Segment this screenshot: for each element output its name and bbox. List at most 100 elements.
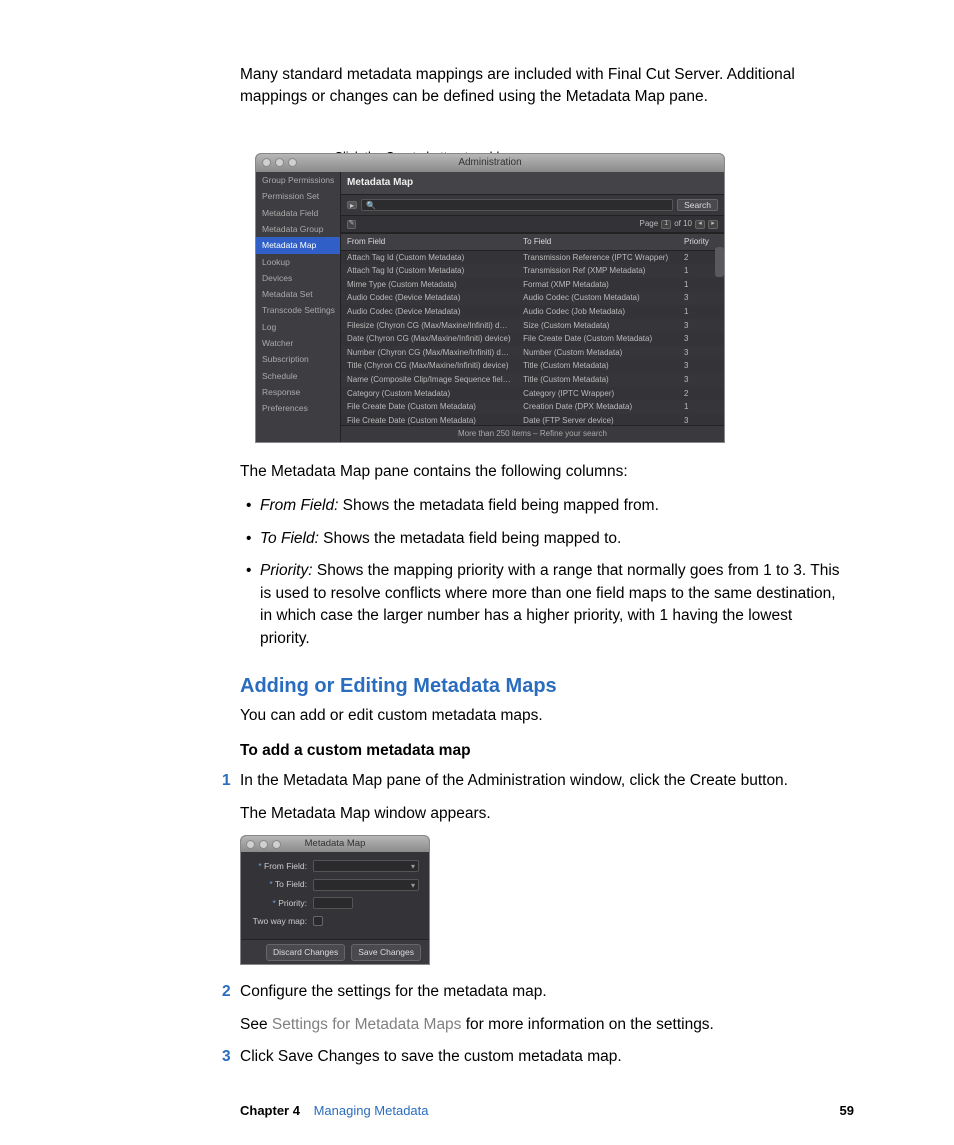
sidebar-item[interactable]: Metadata Set: [256, 286, 340, 302]
search-button[interactable]: Search: [677, 199, 718, 211]
table-row[interactable]: Date (Chyron CG (Max/Maxine/Infiniti) de…: [341, 332, 724, 346]
cell-to: Transmission Reference (IPTC Wrapper): [517, 250, 678, 264]
column-desc-label: Priority:: [260, 562, 313, 579]
sidebar-item[interactable]: Devices: [256, 270, 340, 286]
pane-toolbar: ▸ 🔍 Search: [341, 195, 724, 216]
table-row[interactable]: File Create Date (Custom Metadata)Creati…: [341, 400, 724, 414]
window-title: Administration: [256, 156, 724, 171]
cell-from: Attach Tag Id (Custom Metadata): [341, 250, 517, 264]
table-row[interactable]: Title (Chyron CG (Max/Maxine/Infiniti) d…: [341, 359, 724, 373]
table-row[interactable]: Attach Tag Id (Custom Metadata)Transmiss…: [341, 264, 724, 278]
cell-to: Category (IPTC Wrapper): [517, 387, 678, 401]
pane-subbar: ✎ Page 1 of 10 ◂ ▸: [341, 216, 724, 233]
priority-input[interactable]: [313, 897, 353, 909]
cell-priority: 3: [678, 291, 724, 305]
admin-sidebar: Group PermissionsPermission SetMetadata …: [256, 172, 341, 442]
step-1-text-b: The Metadata Map window appears.: [240, 803, 844, 825]
metadata-map-table: From Field To Field Priority Attach Tag …: [341, 233, 724, 425]
column-desc-text: Shows the metadata field being mapped fr…: [338, 497, 659, 514]
paginator-current[interactable]: 1: [661, 220, 671, 229]
sidebar-item[interactable]: Metadata Field: [256, 205, 340, 221]
table-row[interactable]: Filesize (Chyron CG (Max/Maxine/Infiniti…: [341, 319, 724, 333]
sidebar-item[interactable]: Metadata Map: [256, 237, 340, 253]
table-row[interactable]: Category (Custom Metadata)Category (IPTC…: [341, 387, 724, 401]
table-row[interactable]: Audio Codec (Device Metadata)Audio Codec…: [341, 291, 724, 305]
step-1: 1 In the Metadata Map pane of the Admini…: [240, 770, 844, 965]
pane-heading: Metadata Map: [341, 172, 724, 196]
col-header-to[interactable]: To Field: [517, 234, 678, 251]
paginator-next-icon[interactable]: ▸: [708, 220, 718, 229]
cell-from: Title (Chyron CG (Max/Maxine/Infiniti) d…: [341, 359, 517, 373]
priority-label: * Priority:: [251, 897, 313, 909]
table-row[interactable]: File Create Date (Custom Metadata)Date (…: [341, 414, 724, 426]
section-heading: Adding or Editing Metadata Maps: [240, 672, 844, 701]
cell-priority: 3: [678, 359, 724, 373]
table-row[interactable]: Number (Chyron CG (Max/Maxine/Infiniti) …: [341, 346, 724, 360]
dialog-titlebar: Metadata Map: [241, 836, 429, 852]
cell-from: Attach Tag Id (Custom Metadata): [341, 264, 517, 278]
save-button[interactable]: Save Changes: [351, 944, 421, 960]
cell-to: Audio Codec (Custom Metadata): [517, 291, 678, 305]
cell-priority: 3: [678, 414, 724, 426]
cell-to: Title (Custom Metadata): [517, 373, 678, 387]
table-row[interactable]: Audio Codec (Device Metadata)Audio Codec…: [341, 305, 724, 319]
results-footer: More than 250 items – Refine your search: [341, 425, 724, 442]
sidebar-item[interactable]: Subscription: [256, 351, 340, 367]
columns-intro: The Metadata Map pane contains the follo…: [240, 461, 844, 483]
table-row[interactable]: Name (Composite Clip/Image Sequence fiel…: [341, 373, 724, 387]
sidebar-item[interactable]: Schedule: [256, 368, 340, 384]
cell-priority: 1: [678, 278, 724, 292]
create-button[interactable]: ✎: [347, 220, 356, 229]
step-1-text-a: In the Metadata Map pane of the Administ…: [240, 770, 844, 792]
cell-to: Date (FTP Server device): [517, 414, 678, 426]
sidebar-item[interactable]: Watcher: [256, 335, 340, 351]
footer-chapter-title: Managing Metadata: [314, 1103, 429, 1118]
to-field-select[interactable]: [313, 879, 419, 891]
step-number: 2: [222, 981, 231, 1003]
step-2: 2 Configure the settings for the metadat…: [240, 981, 844, 1036]
two-way-checkbox[interactable]: [313, 916, 323, 926]
section-intro: You can add or edit custom metadata maps…: [240, 705, 844, 727]
footer-page-number: 59: [840, 1102, 854, 1121]
table-row[interactable]: Mime Type (Custom Metadata)Format (XMP M…: [341, 278, 724, 292]
window-titlebar: Administration: [256, 154, 724, 172]
cell-from: Audio Codec (Device Metadata): [341, 305, 517, 319]
cell-priority: 3: [678, 373, 724, 387]
col-header-from[interactable]: From Field: [341, 234, 517, 251]
column-description-list: From Field: Shows the metadata field bei…: [240, 495, 844, 650]
step-number: 3: [222, 1046, 231, 1068]
settings-link[interactable]: Settings for Metadata Maps: [272, 1016, 462, 1033]
cell-to: Title (Custom Metadata): [517, 359, 678, 373]
from-field-select[interactable]: [313, 860, 419, 872]
sidebar-item[interactable]: Response: [256, 384, 340, 400]
cell-to: Size (Custom Metadata): [517, 319, 678, 333]
sidebar-item[interactable]: Preferences: [256, 400, 340, 416]
discard-button[interactable]: Discard Changes: [266, 944, 345, 960]
table-row[interactable]: Attach Tag Id (Custom Metadata)Transmiss…: [341, 250, 724, 264]
to-field-label: * To Field:: [251, 878, 313, 890]
sidebar-item[interactable]: Log: [256, 319, 340, 335]
cell-from: Date (Chyron CG (Max/Maxine/Infiniti) de…: [341, 332, 517, 346]
sidebar-item[interactable]: Lookup: [256, 254, 340, 270]
column-desc-label: From Field:: [260, 497, 338, 514]
step-3-text: Click Save Changes to save the custom me…: [240, 1046, 844, 1068]
scrollbar-thumb[interactable]: [715, 247, 724, 277]
sidebar-item[interactable]: Transcode Settings: [256, 302, 340, 318]
sidebar-item[interactable]: Group Permissions: [256, 172, 340, 188]
column-desc-item: Priority: Shows the mapping priority wit…: [246, 560, 844, 650]
search-input[interactable]: 🔍: [361, 199, 673, 211]
sidebar-item[interactable]: Permission Set: [256, 188, 340, 204]
table-wrapper: From Field To Field Priority Attach Tag …: [341, 233, 724, 425]
sidebar-item[interactable]: Metadata Group: [256, 221, 340, 237]
cell-from: File Create Date (Custom Metadata): [341, 400, 517, 414]
column-desc-text: Shows the metadata field being mapped to…: [319, 530, 621, 547]
paginator-prev-icon[interactable]: ◂: [695, 220, 705, 229]
from-field-label: * From Field:: [251, 860, 313, 872]
cell-priority: 1: [678, 305, 724, 319]
cell-from: File Create Date (Custom Metadata): [341, 414, 517, 426]
intro-paragraph: Many standard metadata mappings are incl…: [240, 64, 844, 109]
disclosure-icon[interactable]: ▸: [347, 201, 357, 209]
cell-priority: 3: [678, 319, 724, 333]
two-way-label: Two way map:: [251, 915, 313, 927]
cell-to: Transmission Ref (XMP Metadata): [517, 264, 678, 278]
